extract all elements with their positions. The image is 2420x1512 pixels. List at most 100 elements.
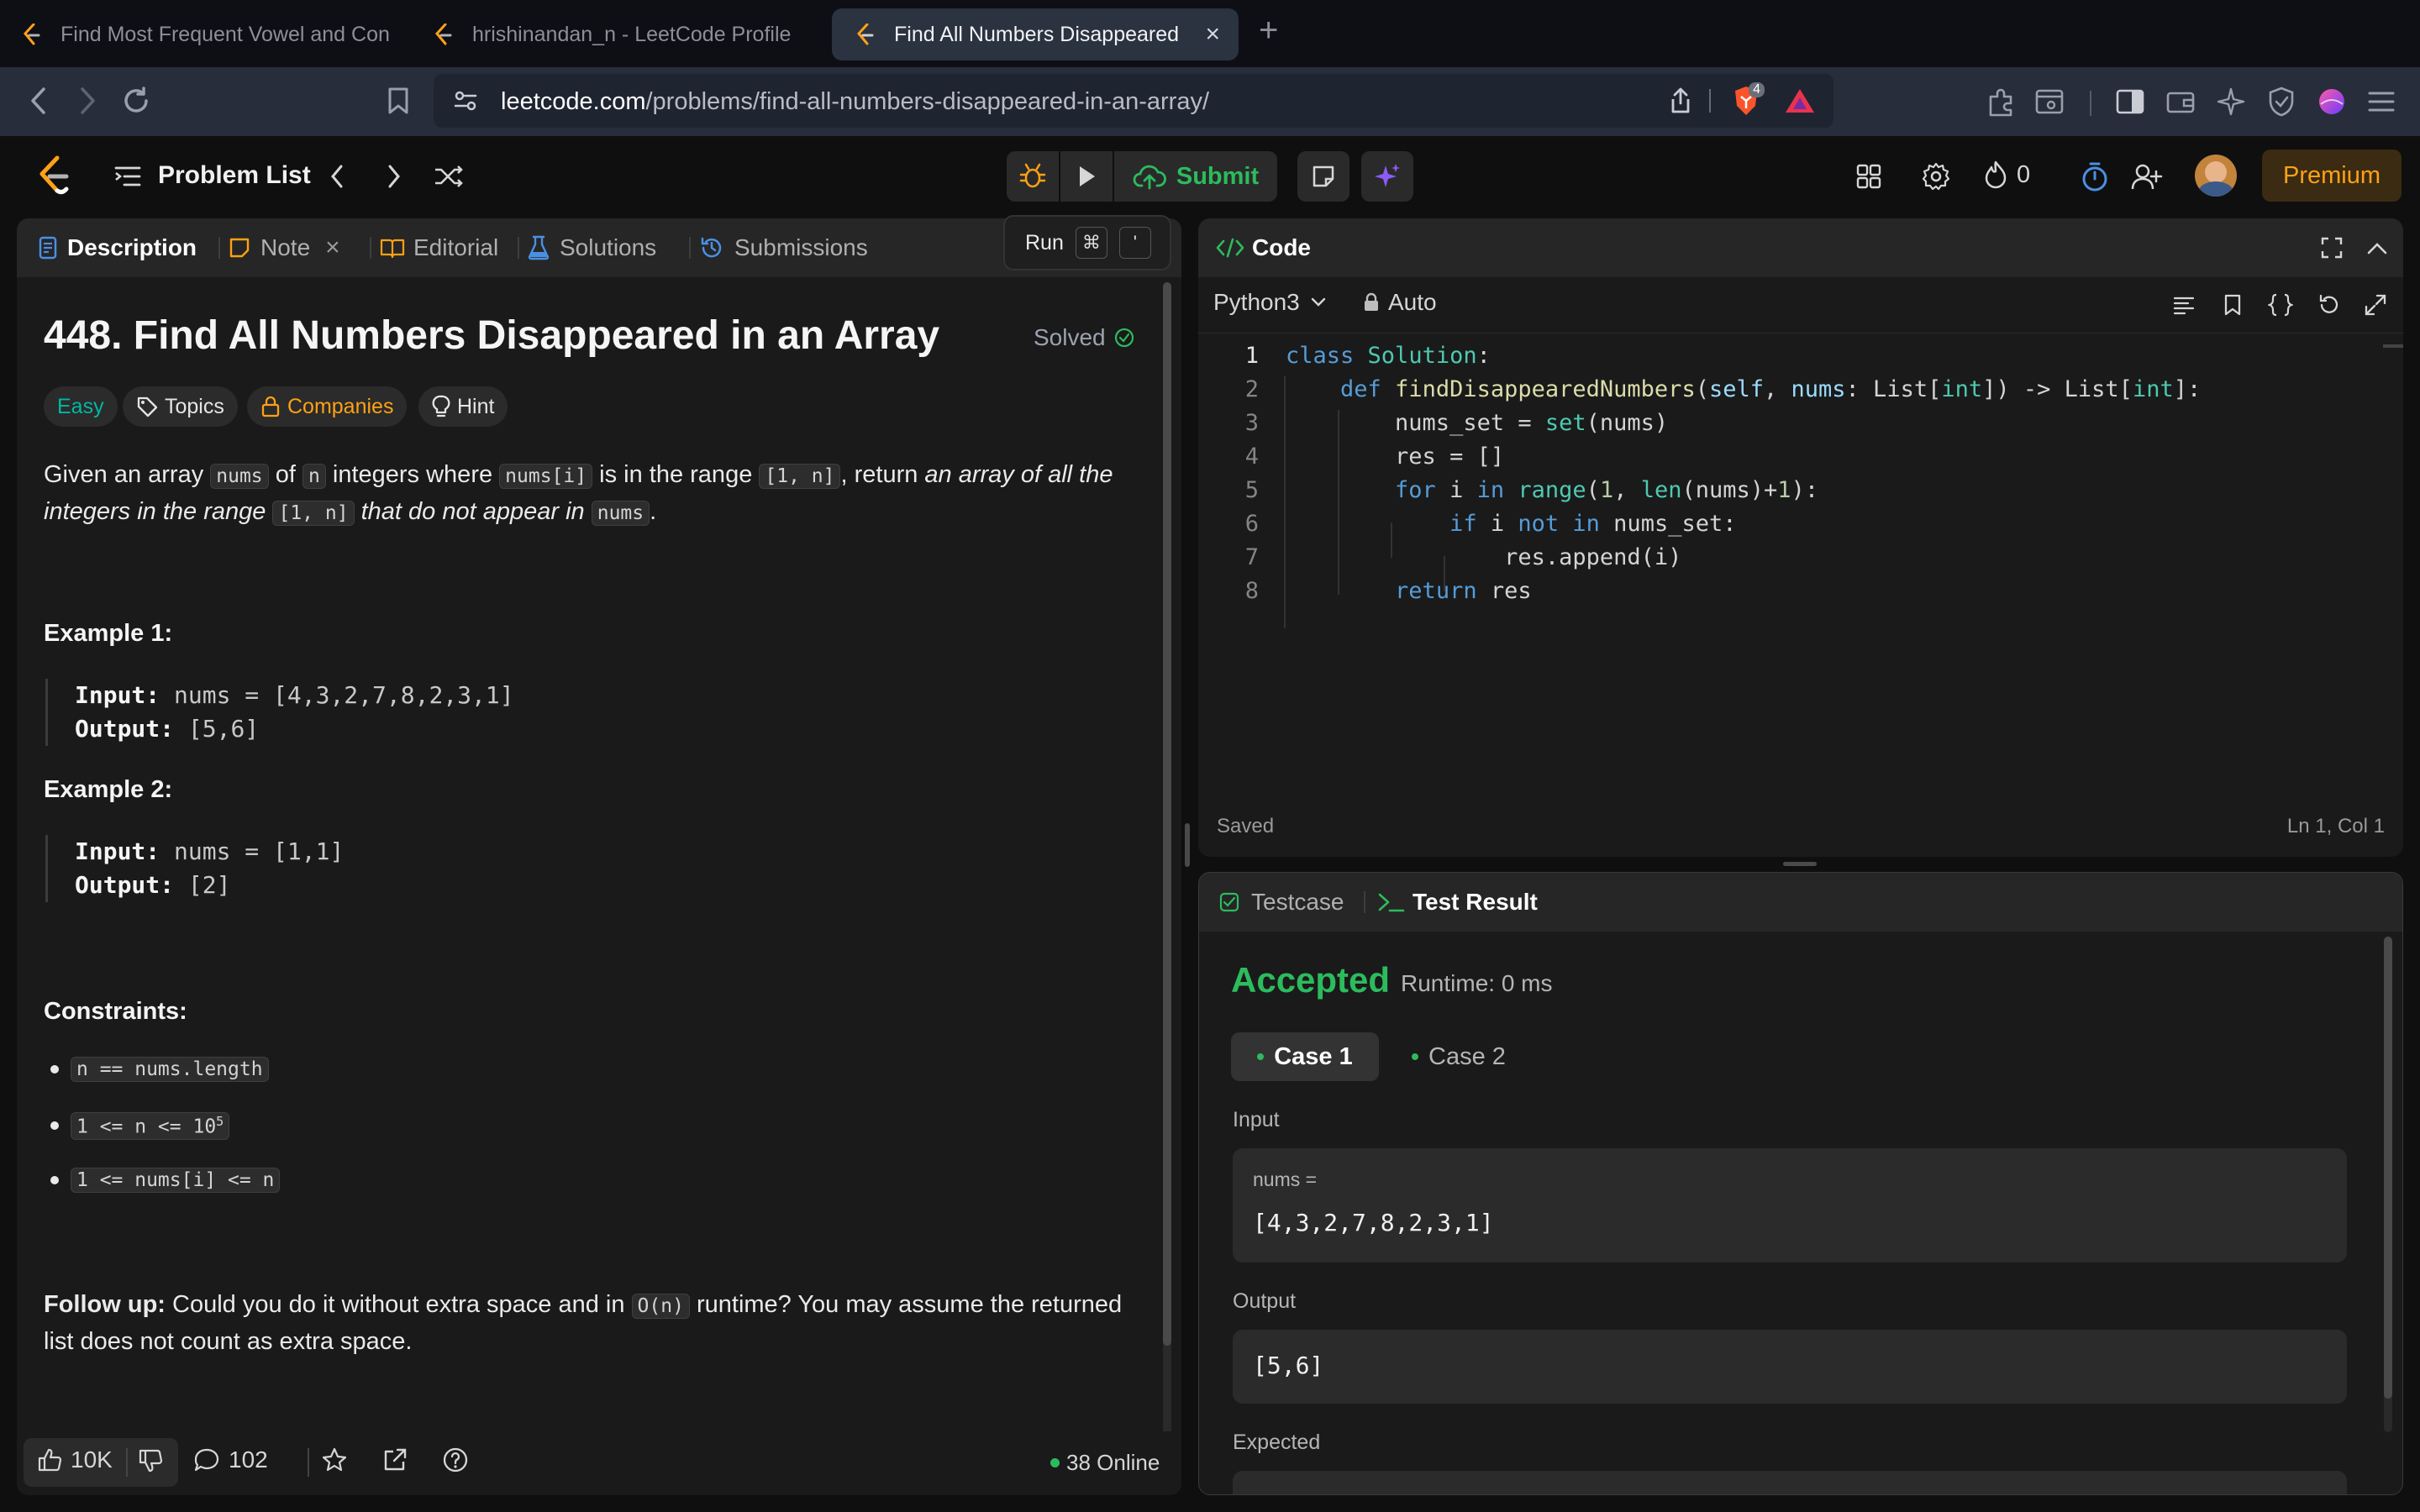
layout-icon[interactable] <box>1852 160 1886 193</box>
fullscreen-icon[interactable] <box>2319 235 2344 260</box>
tab-label: Test Result <box>1413 889 1538 915</box>
like-button[interactable]: 10K <box>37 1446 113 1473</box>
premium-button[interactable]: Premium <box>2262 150 2402 202</box>
terminal-icon <box>1378 893 1405 912</box>
settings-gear-icon[interactable] <box>1919 160 1953 193</box>
address-bar[interactable]: leetcode.com/problems/find-all-numbers-d… <box>434 74 1833 128</box>
scrollbar-thumb[interactable] <box>1163 282 1171 1346</box>
auto-mode[interactable]: Auto <box>1363 289 1437 316</box>
brave-rewards-icon[interactable] <box>1783 86 1817 116</box>
input-label: Input: <box>75 837 160 865</box>
timer-icon[interactable] <box>2075 158 2114 197</box>
tab-title: Find Most Frequent Vowel and Con <box>60 22 390 46</box>
help-button[interactable] <box>442 1446 469 1473</box>
format-icon[interactable] <box>2171 292 2196 318</box>
horizontal-resize-handle[interactable] <box>1783 862 1817 866</box>
leo-ai-icon[interactable] <box>2213 84 2249 119</box>
vertical-resize-handle[interactable] <box>1185 823 1190 867</box>
bug-icon <box>1019 163 1046 188</box>
curly-braces-icon[interactable] <box>2265 292 2296 318</box>
next-problem-icon[interactable] <box>381 160 407 193</box>
extensions-icon[interactable] <box>1983 84 2018 119</box>
bookmark-icon[interactable] <box>2220 292 2245 318</box>
browser-tab[interactable]: hrishinandan_n - LeetCode Profile <box>429 8 823 60</box>
favorite-button[interactable] <box>321 1446 348 1473</box>
reload-icon[interactable] <box>119 84 153 118</box>
tab-editorial[interactable]: Editorial <box>380 218 498 277</box>
reset-icon[interactable] <box>2316 292 2341 318</box>
add-friend-icon[interactable] <box>2128 158 2166 197</box>
note-icon <box>229 238 250 258</box>
line-number: 5 <box>1244 477 1259 503</box>
wallet-icon[interactable] <box>2163 84 2198 119</box>
back-icon[interactable] <box>24 86 54 116</box>
play-icon <box>1080 166 1095 186</box>
line-number: 3 <box>1244 410 1259 436</box>
pass-dot <box>1257 1053 1265 1060</box>
sidebar-icon[interactable] <box>2112 84 2148 119</box>
run-button[interactable] <box>1060 151 1113 202</box>
bookmark-icon[interactable] <box>381 84 415 118</box>
dislike-button[interactable] <box>138 1448 163 1473</box>
code-tab[interactable]: Code <box>1215 218 1311 277</box>
leetcode-favicon-icon <box>17 24 47 45</box>
close-note-icon[interactable]: × <box>325 234 340 262</box>
description-footer: 10K 102 38 Online <box>17 1431 1181 1495</box>
inline-code: nums[i] <box>499 464 593 489</box>
scrollbar-thumb[interactable] <box>2384 937 2392 1399</box>
tab-testcase[interactable]: Testcase <box>1219 873 1344 932</box>
expand-icon[interactable] <box>2363 292 2388 318</box>
case-1-tab[interactable]: Case 1 <box>1231 1032 1379 1081</box>
result-status: Accepted <box>1231 960 1391 1000</box>
line-number: 2 <box>1244 376 1259 402</box>
ai-assist-button[interactable] <box>1361 151 1413 202</box>
share-button[interactable] <box>381 1446 408 1473</box>
shuffle-icon[interactable] <box>432 160 466 193</box>
browser-tab[interactable]: Find Most Frequent Vowel and Con <box>17 8 420 60</box>
notes-button[interactable] <box>1297 151 1349 202</box>
url-text[interactable]: leetcode.com/problems/find-all-numbers-d… <box>501 88 1209 116</box>
forward-icon[interactable] <box>72 86 103 116</box>
reader-mode-icon[interactable] <box>2032 84 2067 119</box>
code-editor[interactable]: 1 class Solution: 2 def findDisappearedNu… <box>1198 343 2403 628</box>
avatar[interactable] <box>2195 155 2237 197</box>
prev-problem-icon[interactable] <box>324 160 350 193</box>
hint-chip[interactable]: Hint <box>418 386 508 427</box>
brave-shields-icon[interactable]: 4 <box>1726 82 1766 119</box>
vpn-icon[interactable] <box>2264 84 2299 119</box>
leetcode-logo-icon[interactable] <box>34 153 74 198</box>
problem-list-link[interactable]: Problem List <box>158 161 311 190</box>
divider <box>518 237 519 259</box>
output-section-label: Output <box>1233 1289 1297 1313</box>
tab-solutions[interactable]: Solutions <box>528 218 656 277</box>
new-tab-icon[interactable]: + <box>1259 12 1278 50</box>
browser-tab-active[interactable]: Find All Numbers Disappeared × <box>832 8 1239 60</box>
constraint-item: 1 <= nums[i] <= n <box>50 1168 281 1193</box>
case-2-tab[interactable]: Case 2 <box>1387 1032 1530 1081</box>
streak-counter[interactable]: 0 <box>1983 160 2030 190</box>
inline-code: n == nums.length <box>71 1057 269 1082</box>
input-section-label: Input <box>1233 1108 1280 1131</box>
tab-description[interactable]: Description <box>39 218 197 277</box>
tab-label: Note <box>260 234 311 260</box>
share-icon[interactable] <box>1665 86 1696 116</box>
topics-chip[interactable]: Topics <box>123 386 238 427</box>
case-label: Case 1 <box>1274 1042 1353 1070</box>
tab-test-result[interactable]: Test Result <box>1377 873 1538 932</box>
inline-code: nums <box>210 464 269 489</box>
tab-submissions[interactable]: Submissions <box>699 218 868 277</box>
comments-button[interactable]: 102 <box>193 1446 268 1473</box>
menu-icon[interactable] <box>2365 86 2398 118</box>
difficulty-badge: Easy <box>44 386 118 427</box>
profile-icon[interactable] <box>2316 86 2348 118</box>
debug-button[interactable] <box>1007 151 1059 202</box>
language-select[interactable]: Python3 <box>1213 289 1327 316</box>
tab-note[interactable]: Note × <box>229 218 340 277</box>
problem-list-icon[interactable] <box>113 161 143 192</box>
close-tab-icon[interactable]: × <box>1205 20 1220 49</box>
submit-button[interactable]: Submit <box>1114 151 1277 202</box>
companies-chip[interactable]: Companies <box>247 386 408 427</box>
follow-up-text: list does not count as extra space. <box>44 1328 413 1355</box>
site-settings-icon[interactable] <box>450 86 481 116</box>
collapse-icon[interactable] <box>2365 235 2390 260</box>
